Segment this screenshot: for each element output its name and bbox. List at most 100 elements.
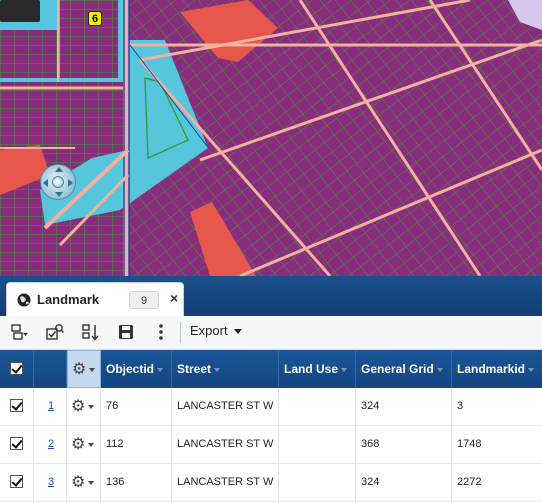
table-row[interactable]: 1 ⚙ 76 LANCASTER ST W 324 3: [0, 388, 542, 426]
row-select-cell: [0, 464, 34, 501]
cell-land-use: [279, 388, 356, 425]
column-header-objectid[interactable]: Objectid: [101, 350, 172, 388]
cell-landmarkid: 3: [452, 388, 542, 425]
pan-right-icon[interactable]: [68, 179, 73, 187]
results-panel: Landmark 9 × Export ⚙ Objectid Street La…: [0, 276, 542, 502]
globe-icon: [17, 293, 31, 307]
row-zoom-link[interactable]: 2: [48, 438, 54, 450]
table-header: ⚙ Objectid Street Land Use General Grid …: [0, 350, 542, 388]
sort-icon[interactable]: [82, 323, 100, 341]
map-view[interactable]: 6: [0, 0, 542, 276]
cell-objectid: 136: [101, 464, 172, 501]
cell-value: 112: [106, 438, 124, 450]
row-zoom-link[interactable]: 1: [48, 400, 54, 412]
column-label: Land Use: [284, 362, 339, 376]
column-header-land-use[interactable]: Land Use: [279, 350, 356, 388]
chevron-down-icon: [88, 443, 94, 447]
row-checkbox[interactable]: [10, 475, 23, 488]
cell-value: 324: [361, 476, 380, 488]
row-actions-cell[interactable]: ⚙: [67, 388, 101, 425]
column-header-general-grid[interactable]: General Grid: [356, 350, 452, 388]
cell-value: 76: [106, 400, 119, 412]
sort-icon: [341, 367, 348, 372]
pan-down-icon[interactable]: [55, 192, 63, 197]
cell-street: LANCASTER ST W: [172, 388, 279, 425]
select-all-column: [0, 350, 34, 388]
toolbar-divider: [180, 322, 181, 343]
cell-general-grid: 324: [356, 388, 452, 425]
attribute-table: ⚙ Objectid Street Land Use General Grid …: [0, 350, 542, 502]
chevron-down-icon: [88, 405, 94, 409]
cell-value: 1748: [457, 438, 482, 450]
select-filter-icon[interactable]: [11, 323, 29, 341]
chevron-down-icon: [89, 368, 95, 372]
cell-general-grid: 368: [356, 426, 452, 463]
results-toolbar: Export: [0, 316, 542, 350]
save-icon[interactable]: [117, 323, 135, 341]
pan-navigation-control[interactable]: [40, 164, 76, 200]
cell-land-use: [279, 464, 356, 501]
pan-center-icon[interactable]: [52, 176, 64, 188]
info-column: [34, 350, 91, 388]
sort-icon: [528, 367, 535, 372]
table-row[interactable]: 3 ⚙ 136 LANCASTER ST W 324 2272: [0, 464, 542, 502]
cell-value: 3: [457, 400, 464, 412]
row-link-cell: 2: [34, 426, 67, 463]
row-link-cell: 1: [34, 388, 67, 425]
row-select-cell: [0, 426, 34, 463]
sort-icon: [157, 367, 164, 372]
cell-value: LANCASTER ST W: [177, 400, 274, 412]
export-dropdown-button[interactable]: Export: [190, 323, 242, 343]
row-zoom-link[interactable]: 3: [48, 476, 54, 488]
zoom-to-selected-icon[interactable]: [46, 323, 64, 341]
tab-title: Landmark: [37, 292, 100, 307]
chevron-down-icon: [233, 329, 242, 335]
select-all-checkbox[interactable]: [10, 362, 23, 375]
chevron-down-icon: [88, 481, 94, 485]
column-label: Street: [177, 362, 212, 376]
gear-icon: ⚙: [71, 436, 86, 453]
cell-objectid: 112: [101, 426, 172, 463]
pan-left-icon[interactable]: [43, 179, 48, 187]
actions-menu-header[interactable]: ⚙: [67, 350, 101, 388]
cell-objectid: 76: [101, 388, 172, 425]
more-options-icon[interactable]: [152, 323, 170, 341]
tab-bar: Landmark 9 ×: [0, 276, 542, 316]
feature-count-badge: 9: [129, 291, 159, 309]
cell-land-use: [279, 426, 356, 463]
column-header-street[interactable]: Street: [172, 350, 279, 388]
row-link-cell: 3: [34, 464, 67, 501]
column-header-landmarkid[interactable]: Landmarkid: [452, 350, 542, 388]
cell-value: LANCASTER ST W: [177, 438, 274, 450]
sort-icon: [436, 367, 443, 372]
gear-icon: ⚙: [72, 361, 87, 378]
tab-landmark[interactable]: Landmark 9 ×: [6, 282, 184, 316]
close-tab-button[interactable]: ×: [170, 290, 178, 306]
gear-icon: ⚙: [71, 474, 86, 491]
pan-up-icon[interactable]: [55, 167, 63, 172]
table-row[interactable]: 2 ⚙ 112 LANCASTER ST W 368 1748: [0, 426, 542, 464]
row-select-cell: [0, 388, 34, 425]
sort-icon: [214, 367, 221, 372]
column-label: Objectid: [106, 362, 155, 376]
row-actions-cell[interactable]: ⚙: [67, 464, 101, 501]
column-label: General Grid: [361, 362, 434, 376]
cell-value: 2272: [457, 476, 482, 488]
map-canvas[interactable]: [0, 0, 542, 276]
map-marker-badge[interactable]: 6: [88, 11, 102, 26]
cell-value: 136: [106, 476, 125, 488]
cell-value: 368: [361, 438, 380, 450]
cell-value: 324: [361, 400, 380, 412]
cell-street: LANCASTER ST W: [172, 426, 279, 463]
cell-landmarkid: 1748: [452, 426, 542, 463]
row-checkbox[interactable]: [10, 399, 23, 412]
row-actions-cell[interactable]: ⚙: [67, 426, 101, 463]
cell-value: LANCASTER ST W: [177, 476, 274, 488]
cell-landmarkid: 2272: [452, 464, 542, 501]
row-checkbox[interactable]: [10, 437, 23, 450]
export-label: Export: [190, 323, 228, 338]
column-label: Landmarkid: [457, 362, 526, 376]
cell-general-grid: 324: [356, 464, 452, 501]
cell-street: LANCASTER ST W: [172, 464, 279, 501]
gear-icon: ⚙: [71, 398, 86, 415]
